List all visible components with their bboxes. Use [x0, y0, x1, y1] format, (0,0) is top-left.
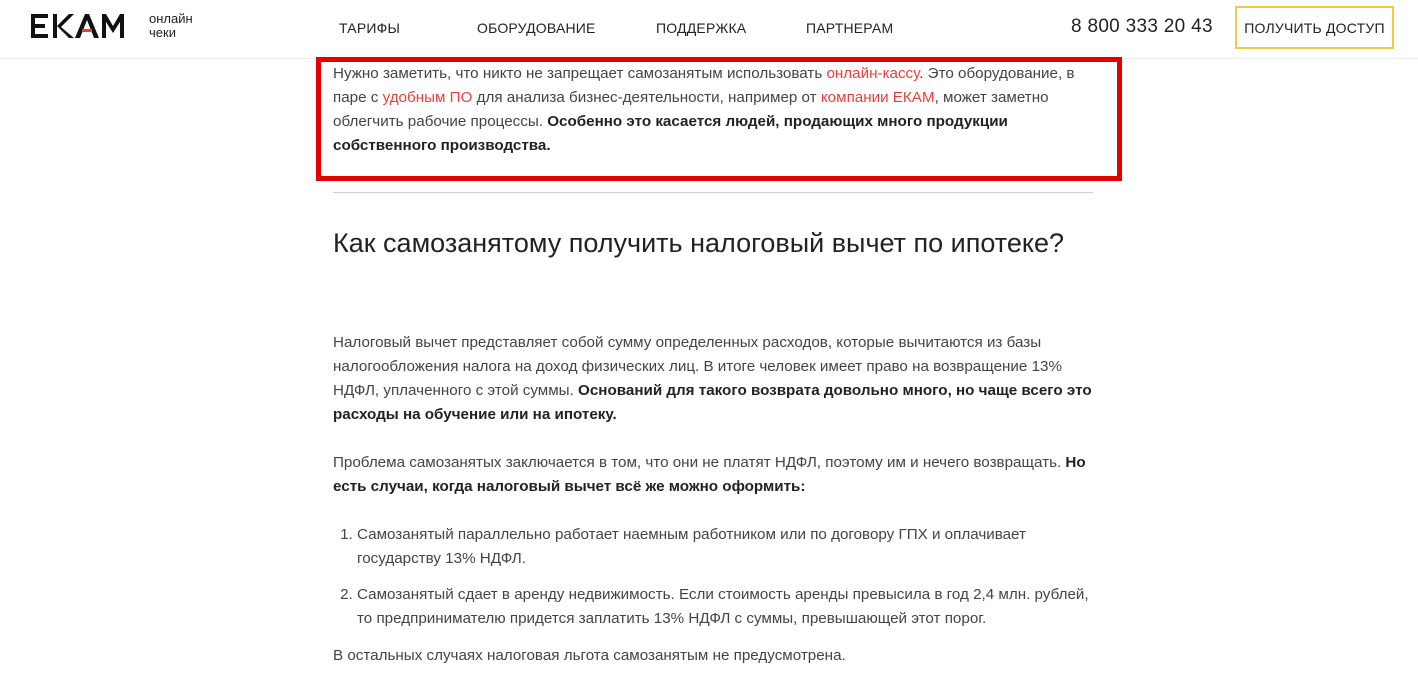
section-divider: [333, 192, 1093, 193]
nav-item-partners[interactable]: ПАРТНЕРАМ: [806, 20, 893, 36]
cases-list: Самозанятый параллельно работает наемным…: [333, 523, 1093, 643]
phone-number[interactable]: 8 800 333 20 43: [1071, 16, 1213, 38]
logo-subtitle-line1: онлайн: [149, 11, 193, 26]
ekam-logo[interactable]: онлайн чеки: [29, 11, 193, 41]
highlight-frame: [316, 57, 1122, 181]
section-heading: Как самозанятому получить налоговый выче…: [333, 228, 1065, 258]
logo-subtitle-line2: чеки: [149, 25, 176, 40]
list-item: Самозанятый сдает в аренду недвижимость.…: [357, 583, 1093, 631]
logo-subtitle: онлайн чеки: [149, 12, 193, 40]
nav-item-tariffs[interactable]: ТАРИФЫ: [339, 20, 400, 36]
paragraph-conclusion: В остальных случаях налоговая льгота сам…: [333, 647, 846, 664]
ekam-logo-mark: [31, 14, 124, 38]
site-header: онлайн чеки ТАРИФЫ ОБОРУДОВАНИЕ ПОДДЕРЖК…: [0, 0, 1418, 59]
paragraph-tax-deduction: Налоговый вычет представляет собой сумму…: [333, 331, 1093, 427]
nav-item-equipment[interactable]: ОБОРУДОВАНИЕ: [477, 20, 596, 36]
paragraph-self-employed-problem: Проблема самозанятых заключается в том, …: [333, 451, 1093, 499]
list-item: Самозанятый параллельно работает наемным…: [357, 523, 1093, 571]
nav-item-support[interactable]: ПОДДЕРЖКА: [656, 20, 746, 36]
get-access-button[interactable]: ПОЛУЧИТЬ ДОСТУП: [1235, 6, 1394, 49]
text-span: Проблема самозанятых заключается в том, …: [333, 454, 1066, 471]
